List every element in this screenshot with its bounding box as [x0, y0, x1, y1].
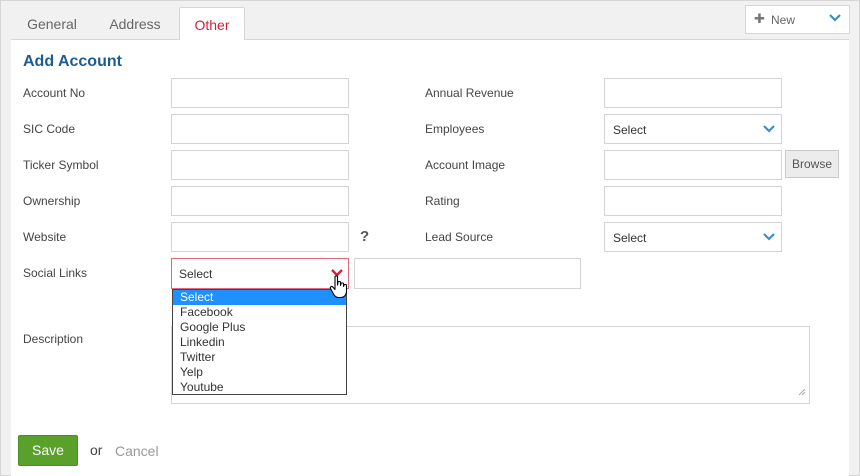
- plus-icon: ✚: [754, 11, 765, 26]
- tab-general[interactable]: General: [14, 7, 90, 39]
- rating-input[interactable]: [604, 186, 782, 216]
- chevron-down-icon: [763, 123, 775, 137]
- dropdown-option-facebook[interactable]: Facebook: [173, 305, 346, 320]
- new-dropdown-button[interactable]: ✚ New: [745, 5, 850, 34]
- or-separator: or: [90, 442, 103, 458]
- website-input[interactable]: [171, 222, 349, 252]
- employees-select[interactable]: Select: [604, 114, 782, 144]
- annual-revenue-label: Annual Revenue: [425, 86, 514, 100]
- lead-source-select-value: Select: [613, 231, 647, 245]
- account-no-input[interactable]: [171, 78, 349, 108]
- dropdown-option-select[interactable]: Select: [173, 290, 346, 305]
- sic-code-label: SIC Code: [23, 122, 76, 136]
- help-icon[interactable]: ?: [360, 228, 369, 245]
- social-links-select[interactable]: Select: [171, 258, 349, 289]
- social-link-url-input[interactable]: [354, 258, 581, 289]
- social-links-dropdown[interactable]: Select Facebook Google Plus Linkedin Twi…: [172, 289, 347, 395]
- save-button[interactable]: Save: [18, 435, 78, 466]
- page-title: Add Account: [23, 53, 122, 70]
- chevron-down-icon: [763, 231, 775, 245]
- chevron-down-icon: [829, 12, 841, 26]
- account-image-input[interactable]: [604, 150, 782, 180]
- sic-code-input[interactable]: [171, 114, 349, 144]
- description-label: Description: [23, 332, 84, 346]
- new-button-label: New: [771, 13, 796, 27]
- tab-other[interactable]: Other: [179, 7, 245, 40]
- dropdown-option-youtube[interactable]: Youtube: [173, 380, 346, 395]
- account-image-label: Account Image: [425, 158, 506, 172]
- lead-source-label: Lead Source: [425, 230, 494, 244]
- dropdown-option-linkedin[interactable]: Linkedin: [173, 335, 346, 350]
- social-links-label: Social Links: [23, 266, 88, 280]
- ticker-symbol-label: Ticker Symbol: [23, 158, 99, 172]
- website-label: Website: [23, 230, 67, 244]
- annual-revenue-input[interactable]: [604, 78, 782, 108]
- tab-address[interactable]: Address: [96, 7, 174, 39]
- account-no-label: Account No: [23, 86, 86, 100]
- dropdown-option-yelp[interactable]: Yelp: [173, 365, 346, 380]
- social-links-select-value: Select: [179, 267, 213, 281]
- browse-button[interactable]: Browse: [785, 150, 839, 178]
- rating-label: Rating: [425, 194, 460, 208]
- hand-cursor-icon: [329, 275, 349, 304]
- dropdown-option-twitter[interactable]: Twitter: [173, 350, 346, 365]
- dropdown-option-google-plus[interactable]: Google Plus: [173, 320, 346, 335]
- cancel-link[interactable]: Cancel: [115, 443, 159, 459]
- employees-select-value: Select: [613, 123, 647, 137]
- resize-handle-icon[interactable]: [798, 383, 806, 401]
- ticker-symbol-input[interactable]: [171, 150, 349, 180]
- ownership-input[interactable]: [171, 186, 349, 216]
- lead-source-select[interactable]: Select: [604, 222, 782, 252]
- ownership-label: Ownership: [23, 194, 81, 208]
- employees-label: Employees: [425, 122, 485, 136]
